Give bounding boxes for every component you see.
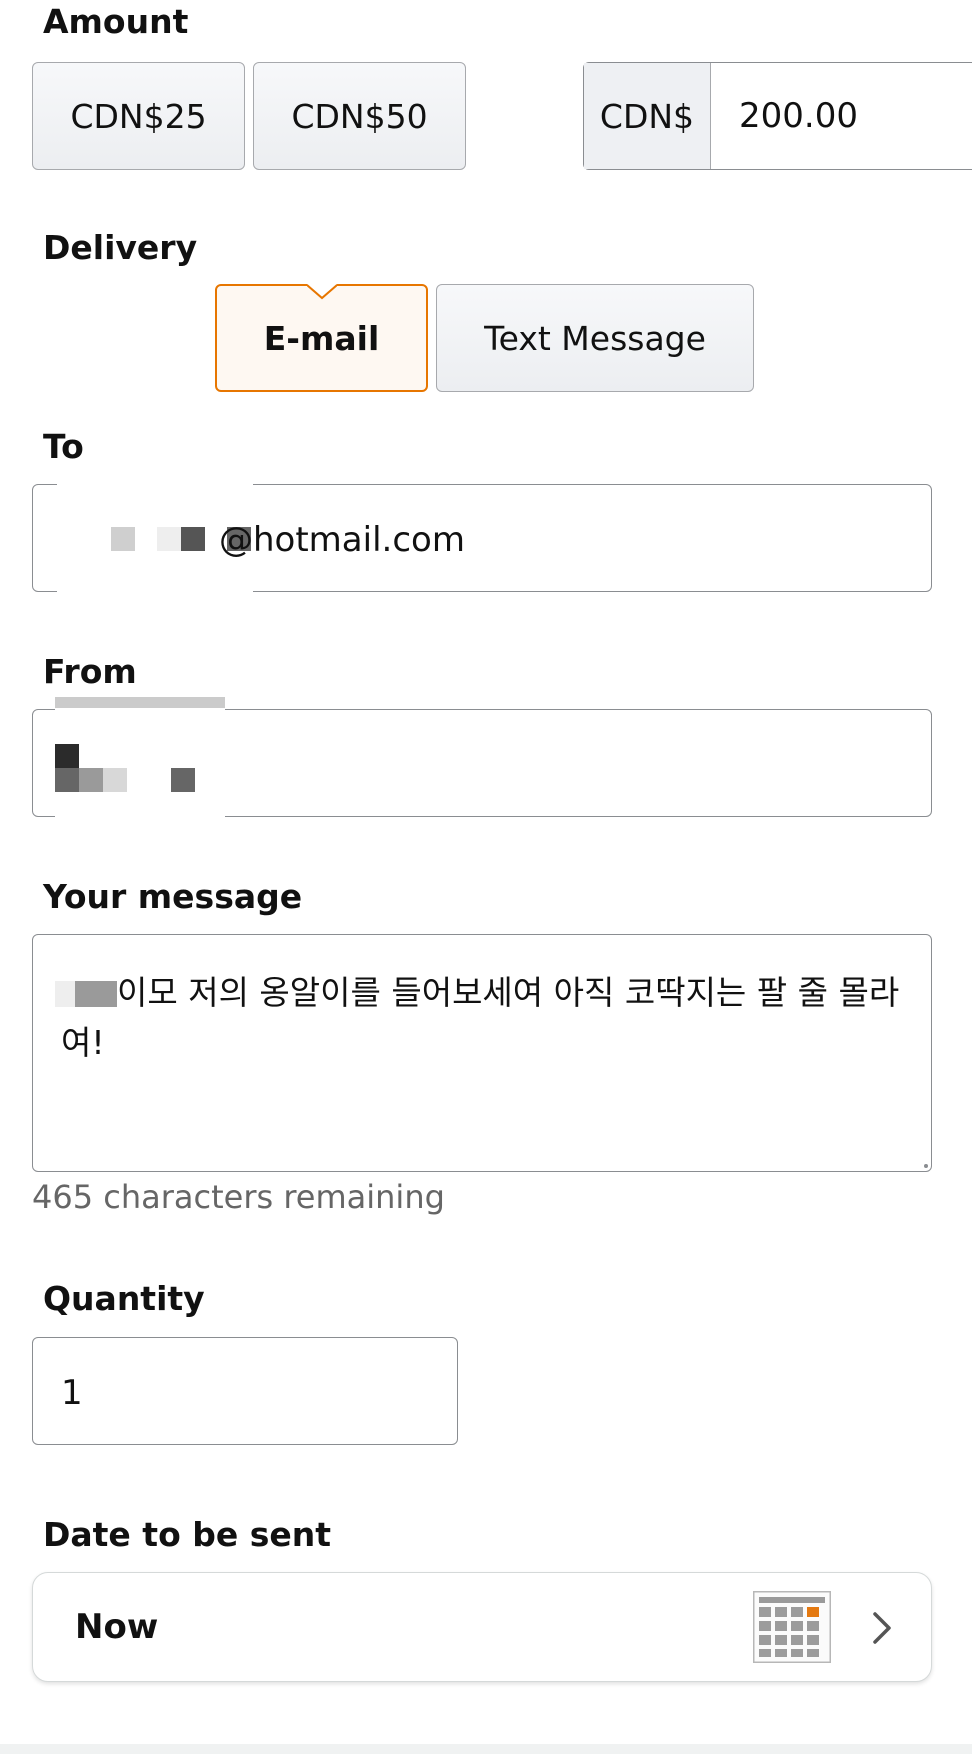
message-text: 이모 저의 옹알이를 들어보세여 아직 코딱지는 팔 줄 몰라여! [61, 973, 900, 1062]
amount-50-button[interactable]: CDN$50 [253, 62, 466, 170]
delivery-label: Delivery [43, 228, 198, 267]
amount-50-label: CDN$50 [291, 96, 428, 136]
delivery-text-message-label: Text Message [484, 318, 706, 358]
quantity-input[interactable]: 1 [32, 1337, 458, 1445]
calendar-icon [753, 1591, 831, 1663]
from-label: From [43, 652, 137, 691]
send-date-value: Now [75, 1607, 159, 1647]
amount-25-label: CDN$25 [70, 96, 207, 136]
bottom-divider [0, 1744, 972, 1754]
message-textarea[interactable]: 이모 저의 옹알이를 들어보세여 아직 코딱지는 팔 줄 몰라여! [32, 934, 932, 1172]
delivery-text-message-option[interactable]: Text Message [436, 284, 754, 392]
chevron-right-icon [873, 1612, 891, 1644]
redacted-from-name [55, 708, 225, 820]
message-label: Your message [43, 877, 303, 916]
amount-25-button[interactable]: CDN$25 [32, 62, 245, 170]
selected-caret-icon [306, 284, 337, 300]
to-label: To [43, 427, 84, 466]
to-email-domain: @hotmail.com [219, 520, 465, 560]
characters-remaining: 465 characters remaining [32, 1178, 445, 1216]
custom-amount-input[interactable]: 200.00 [711, 63, 972, 169]
currency-prefix: CDN$ [584, 63, 711, 169]
resize-handle-icon[interactable] [919, 1159, 929, 1169]
quantity-label: Quantity [43, 1279, 205, 1318]
delivery-email-label: E-mail [263, 318, 380, 358]
amount-label: Amount [43, 2, 189, 41]
quantity-value: 1 [61, 1373, 83, 1413]
delivery-email-option[interactable]: E-mail [215, 284, 428, 392]
send-date-selector[interactable]: Now [32, 1572, 932, 1682]
custom-amount-field[interactable]: CDN$ 200.00 [583, 62, 972, 170]
from-name-field[interactable] [32, 708, 932, 820]
to-email-field[interactable]: @hotmail.com [32, 483, 932, 595]
send-date-label: Date to be sent [43, 1515, 332, 1554]
